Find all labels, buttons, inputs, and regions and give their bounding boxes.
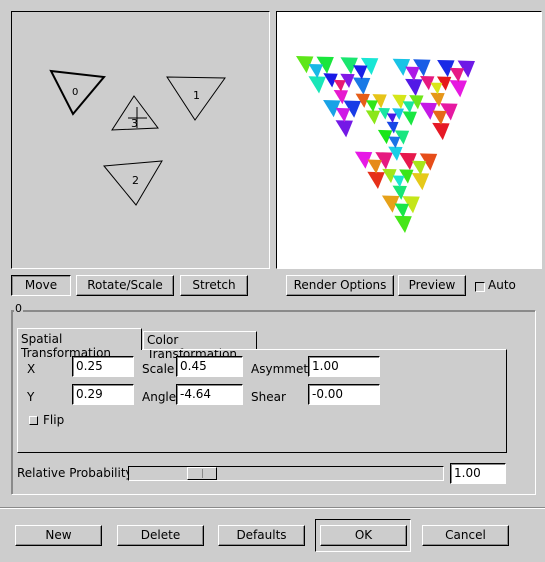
shear-label: Shear [251,390,286,404]
probability-slider[interactable] [128,466,444,481]
fractal-cell [335,107,351,123]
fractal-cell [430,82,443,95]
auto-checkbox[interactable] [475,282,485,292]
transform-editor-canvas[interactable]: 0 1 2 3 [11,11,270,269]
fractal-cell [386,113,397,124]
fractal-cell [352,77,371,95]
slider-thumb[interactable] [187,467,217,480]
relative-probability-label: Relative Probability: [17,466,136,480]
fractal-cell [394,215,412,233]
fractal-cell [405,66,420,81]
fractal-cell [411,173,430,191]
footer-separator [0,507,545,509]
y-input[interactable]: 0.29 [72,384,134,405]
fractal-cell [449,80,468,98]
triangle-1-label: 1 [193,89,200,102]
angle-input[interactable]: -4.64 [176,384,243,405]
scale-input[interactable]: 0.45 [176,356,243,377]
triangles-svg: 0 1 2 3 [49,69,226,206]
asymmetry-input[interactable]: 1.00 [308,356,380,377]
fractal-cell [402,101,415,113]
fractal-cell [449,67,465,83]
scale-label: Scale [142,362,175,376]
new-button[interactable]: New [15,525,102,546]
y-label: Y [27,390,35,404]
fractal-cell [394,203,409,218]
delete-button[interactable]: Delete [117,525,204,546]
triangle-0-label: 0 [72,87,78,98]
fractal-cell [432,110,447,125]
move-button[interactable]: Move [11,275,71,296]
auto-label: Auto [488,278,516,292]
probability-input[interactable]: 1.00 [450,463,506,484]
fractal-cell [333,79,346,92]
x-label: X [27,362,36,376]
fractal-cell [365,100,378,112]
preview-button[interactable]: Preview [398,275,466,296]
fractal-cell [308,76,326,94]
fractal-preview [276,11,542,269]
fractal-cell [335,120,353,138]
flip-checkbox[interactable] [29,416,38,425]
triangle-2-label: 2 [132,174,139,187]
ok-button[interactable]: OK [320,525,407,546]
fractal-cell [388,136,401,149]
fractal-cell [353,65,368,80]
shear-input[interactable]: -0.00 [308,384,380,405]
fractal-cell [367,159,382,174]
stretch-button[interactable]: Stretch [180,275,248,296]
angle-label: Angle [142,390,177,404]
defaults-button[interactable]: Defaults [218,525,305,546]
render-options-button[interactable]: Render Options [286,275,394,296]
group-title: 0 [14,302,23,315]
fractal-cell [365,110,381,125]
fractal-cell [402,111,417,126]
fractal-image [296,56,475,233]
flip-label: Flip [43,413,65,427]
fractal-cell [411,160,427,176]
fractal-cell [367,171,385,190]
tab-spatial-transformation[interactable]: Spatial Transformation [17,328,142,360]
cancel-button[interactable]: Cancel [422,525,509,546]
rotate-scale-button[interactable]: Rotate/Scale [76,275,174,296]
fractal-cell [392,175,405,188]
fractal-cell [405,78,423,97]
tab-color-transformation[interactable]: Color Transformation [143,331,257,361]
fractal-cell [308,63,323,79]
fractal-cell [432,122,450,141]
